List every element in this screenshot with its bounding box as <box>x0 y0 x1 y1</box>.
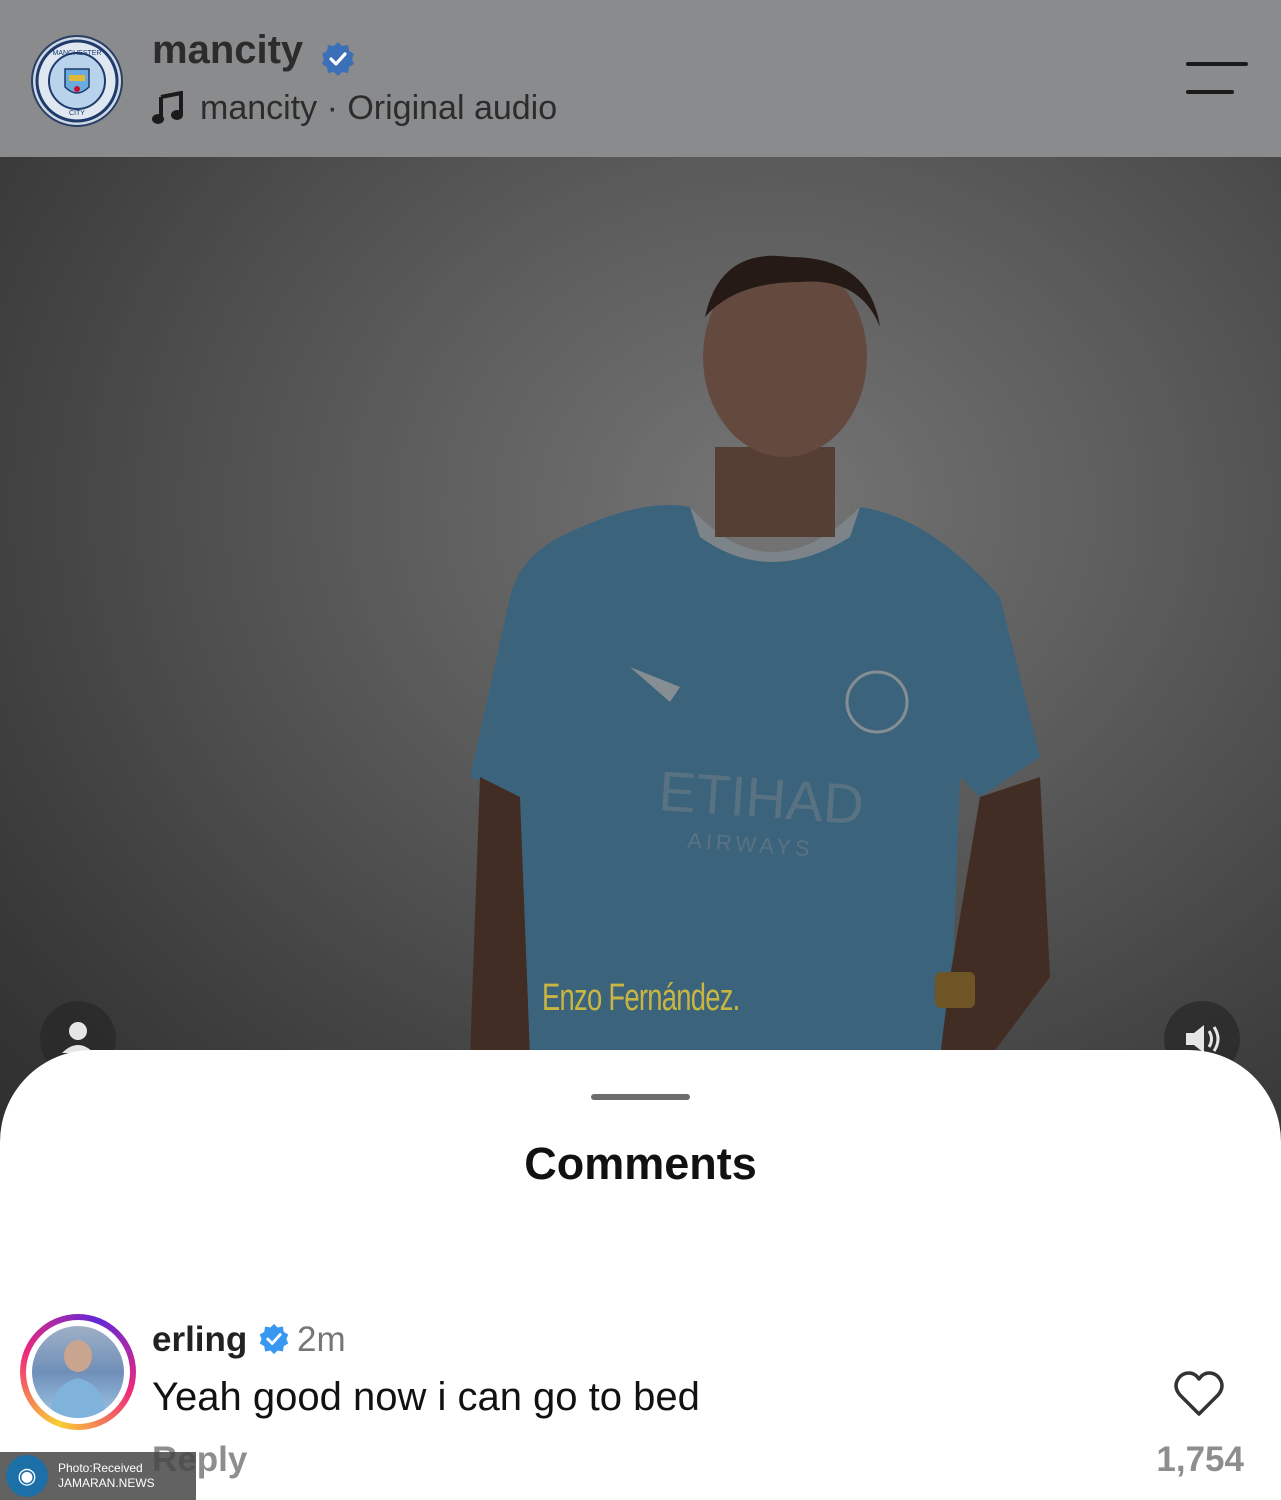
like-count: 1,754 <box>1156 1440 1244 1479</box>
mancity-avatar[interactable]: MANCHESTER CITY <box>31 35 123 127</box>
jamaran-logo-icon: ◉ <box>6 1455 48 1497</box>
audio-link[interactable]: mancity · Original audio <box>152 88 557 128</box>
menu-icon[interactable] <box>1186 60 1248 96</box>
comments-title: Comments <box>524 1138 757 1189</box>
verified-badge-icon <box>258 1323 290 1360</box>
crest-text-top: MANCHESTER <box>52 50 101 57</box>
comment-text: Yeah good now i can go to bed <box>152 1375 700 1419</box>
audio-label: mancity · Original audio <box>200 88 558 127</box>
video-caption: Enzo Fernández. <box>542 977 740 1019</box>
video-player[interactable]: ETIHAD AIRWAYS Enzo Fernández. <box>0 157 1281 1157</box>
commenter-avatar[interactable] <box>20 1314 136 1430</box>
comment-username[interactable]: erling <box>152 1320 247 1360</box>
comment-timestamp: 2m <box>297 1320 346 1359</box>
crest-text-bottom: CITY <box>69 110 85 117</box>
sheet-drag-handle[interactable] <box>591 1094 690 1100</box>
club-crest-icon: MANCHESTER CITY <box>35 39 119 123</box>
post-header: MANCHESTER CITY mancity mancity · Origin… <box>0 0 1281 157</box>
watermark-line1: Photo:Received <box>58 1461 143 1475</box>
watermark-line2: JAMARAN.NEWS <box>58 1476 155 1490</box>
verified-badge-icon <box>320 41 356 82</box>
commenter-photo <box>32 1326 124 1418</box>
heart-icon[interactable] <box>1172 1370 1226 1418</box>
comments-sheet: Comments erling 2m Yeah good now i can g… <box>0 1050 1281 1500</box>
post-username[interactable]: mancity <box>152 30 303 70</box>
watermark: ◉ Photo:Received JAMARAN.NEWS <box>0 1452 196 1500</box>
music-note-icon <box>152 91 183 124</box>
